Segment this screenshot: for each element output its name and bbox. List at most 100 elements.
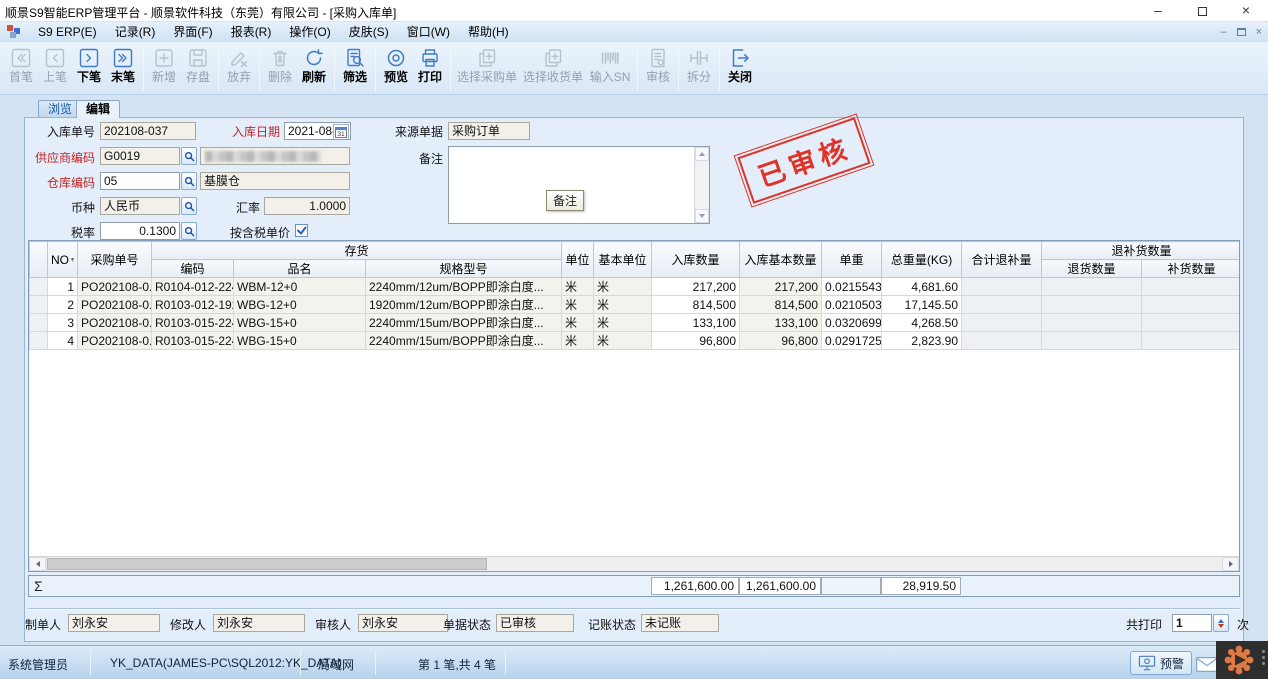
- menu-ui[interactable]: 界面(F): [164, 22, 221, 42]
- recorder-sun-icon: [1222, 643, 1256, 677]
- col-qty-header[interactable]: 入库数量: [652, 242, 740, 278]
- delete-button[interactable]: 删除: [263, 44, 297, 93]
- input-sn-button[interactable]: 输入SN: [586, 44, 634, 93]
- col-po-header[interactable]: 采购单号: [78, 242, 152, 278]
- stock-group-header[interactable]: 存货: [152, 242, 562, 260]
- status-user: 系统管理员: [8, 656, 68, 673]
- supplier-lookup-button[interactable]: [181, 147, 197, 165]
- add-icon: [153, 47, 175, 69]
- recorder-overlay[interactable]: [1216, 641, 1268, 679]
- warehouse-code-field[interactable]: 05: [100, 172, 180, 190]
- col-base-qty-header[interactable]: 入库基本数量: [740, 242, 822, 278]
- book-status-field: 未记账: [641, 614, 719, 632]
- receipt-date-field[interactable]: 2021-08-19 31: [284, 122, 351, 140]
- col-total-weight-header[interactable]: 总重量(KG): [882, 242, 962, 278]
- mdi-minimize-button[interactable]: –: [1220, 26, 1226, 38]
- maximize-button[interactable]: [1180, 0, 1224, 22]
- table-row[interactable]: 3 PO202108-0... R0103-015-2240-00 WBG-15…: [30, 314, 1241, 332]
- menu-skin[interactable]: 皮肤(S): [340, 22, 398, 42]
- close-button[interactable]: ×: [1224, 0, 1268, 22]
- currency-lookup-button[interactable]: [181, 197, 197, 215]
- mdi-close-button[interactable]: ×: [1256, 26, 1262, 38]
- col-base-unit-header[interactable]: 基本单位: [594, 242, 652, 278]
- toolbar-separator: [259, 46, 260, 91]
- split-button[interactable]: 拆分: [682, 44, 716, 93]
- supplier-code-field[interactable]: G0019: [100, 147, 180, 165]
- table-row[interactable]: 1 PO202108-0... R0104-012-2240-00 WBM-12…: [30, 278, 1241, 296]
- discard-button[interactable]: 放弃: [222, 44, 256, 93]
- last-record-button[interactable]: 末笔: [106, 44, 140, 93]
- save-icon: [187, 47, 209, 69]
- row-selector-header[interactable]: [30, 242, 48, 278]
- print-count-spinner[interactable]: [1213, 614, 1229, 632]
- split-icon: [688, 47, 710, 69]
- col-code-header[interactable]: 编码: [152, 260, 234, 278]
- first-record-button[interactable]: 首笔: [4, 44, 38, 93]
- currency-field[interactable]: 人民币: [100, 197, 180, 215]
- audit-button[interactable]: 审核: [641, 44, 675, 93]
- tab-edit[interactable]: 编辑: [76, 100, 120, 118]
- alert-button[interactable]: 预警: [1130, 651, 1192, 675]
- first-record-icon: [10, 47, 32, 69]
- preview-button[interactable]: 预览: [379, 44, 413, 93]
- select-purchase-order-button[interactable]: 选择采购单: [454, 44, 520, 93]
- table-row[interactable]: 4 PO202108-0... R0103-015-2240-00 WBG-15…: [30, 332, 1241, 350]
- print-button[interactable]: 打印: [413, 44, 447, 93]
- toolbar-separator: [334, 46, 335, 91]
- col-unit-weight-header[interactable]: 单重: [822, 242, 882, 278]
- menu-s9erp[interactable]: S9 ERP(E): [29, 22, 106, 42]
- receipt-no-field[interactable]: 202108-037: [100, 122, 196, 140]
- col-replenish-qty-header[interactable]: 补货数量: [1142, 260, 1240, 278]
- window-title: 顺景S9智能ERP管理平台 - 顺景软件科技（东莞）有限公司 - [采购入库单]: [5, 4, 396, 21]
- scroll-up-button[interactable]: [695, 147, 709, 161]
- next-record-button[interactable]: 下笔: [72, 44, 106, 93]
- warehouse-lookup-button[interactable]: [181, 172, 197, 190]
- filter-button[interactable]: 筛选: [338, 44, 372, 93]
- footer-divider: [28, 608, 1240, 610]
- menu-windows[interactable]: 窗口(W): [398, 22, 459, 42]
- adj-group-header[interactable]: 退补货数量: [1042, 242, 1240, 260]
- scroll-down-button[interactable]: [695, 209, 709, 223]
- print-count-field[interactable]: 1: [1172, 614, 1212, 632]
- grid-horizontal-scrollbar[interactable]: [29, 556, 1239, 571]
- save-button[interactable]: 存盘: [181, 44, 215, 93]
- scroll-right-button[interactable]: [1222, 557, 1239, 571]
- magnifier-icon: [184, 201, 195, 212]
- col-return-qty-header[interactable]: 退货数量: [1042, 260, 1142, 278]
- menu-action[interactable]: 操作(O): [280, 22, 339, 42]
- date-picker-button[interactable]: 31: [333, 124, 349, 140]
- mdi-restore-button[interactable]: [1237, 28, 1246, 36]
- tax-rate-field[interactable]: 0.1300: [100, 222, 180, 240]
- auditor-field: 刘永安: [358, 614, 448, 632]
- select-receipt-note-button[interactable]: 选择收货单: [520, 44, 586, 93]
- print-icon: [419, 47, 441, 69]
- remark-scrollbar[interactable]: [694, 147, 709, 223]
- scrollbar-thumb[interactable]: [47, 558, 487, 570]
- close-form-button[interactable]: 关闭: [723, 44, 757, 93]
- remark-textarea[interactable]: [448, 146, 710, 224]
- refresh-button[interactable]: 刷新: [297, 44, 331, 93]
- menu-report[interactable]: 报表(R): [222, 22, 281, 42]
- col-no-header[interactable]: NO: [48, 242, 78, 278]
- minimize-button[interactable]: –: [1136, 0, 1180, 22]
- prev-record-button[interactable]: 上笔: [38, 44, 72, 93]
- table-row[interactable]: 2 PO202108-0... R0103-012-1920-00 WBG-12…: [30, 296, 1241, 314]
- remark-label: 备注: [410, 151, 443, 168]
- exchange-rate-field[interactable]: 1.0000: [264, 197, 350, 215]
- menu-record[interactable]: 记录(R): [106, 22, 165, 42]
- tax-lookup-button[interactable]: [181, 222, 197, 240]
- mail-icon[interactable]: [1196, 657, 1218, 675]
- scroll-left-button[interactable]: [29, 557, 46, 571]
- tax-inclusive-checkbox[interactable]: [295, 224, 308, 237]
- add-button[interactable]: 新增: [147, 44, 181, 93]
- auditor-label: 审核人: [315, 617, 355, 634]
- supplier-name-redacted: [205, 151, 321, 162]
- col-name-header[interactable]: 品名: [234, 260, 366, 278]
- source-field[interactable]: 采购订单: [448, 122, 530, 140]
- menu-help[interactable]: 帮助(H): [459, 22, 518, 42]
- col-spec-header[interactable]: 规格型号: [366, 260, 562, 278]
- col-unit-header[interactable]: 单位: [562, 242, 594, 278]
- recorder-menu-dots[interactable]: [1262, 650, 1265, 665]
- currency-label: 币种: [30, 200, 95, 217]
- col-adj-total-header[interactable]: 合计退补量: [962, 242, 1042, 278]
